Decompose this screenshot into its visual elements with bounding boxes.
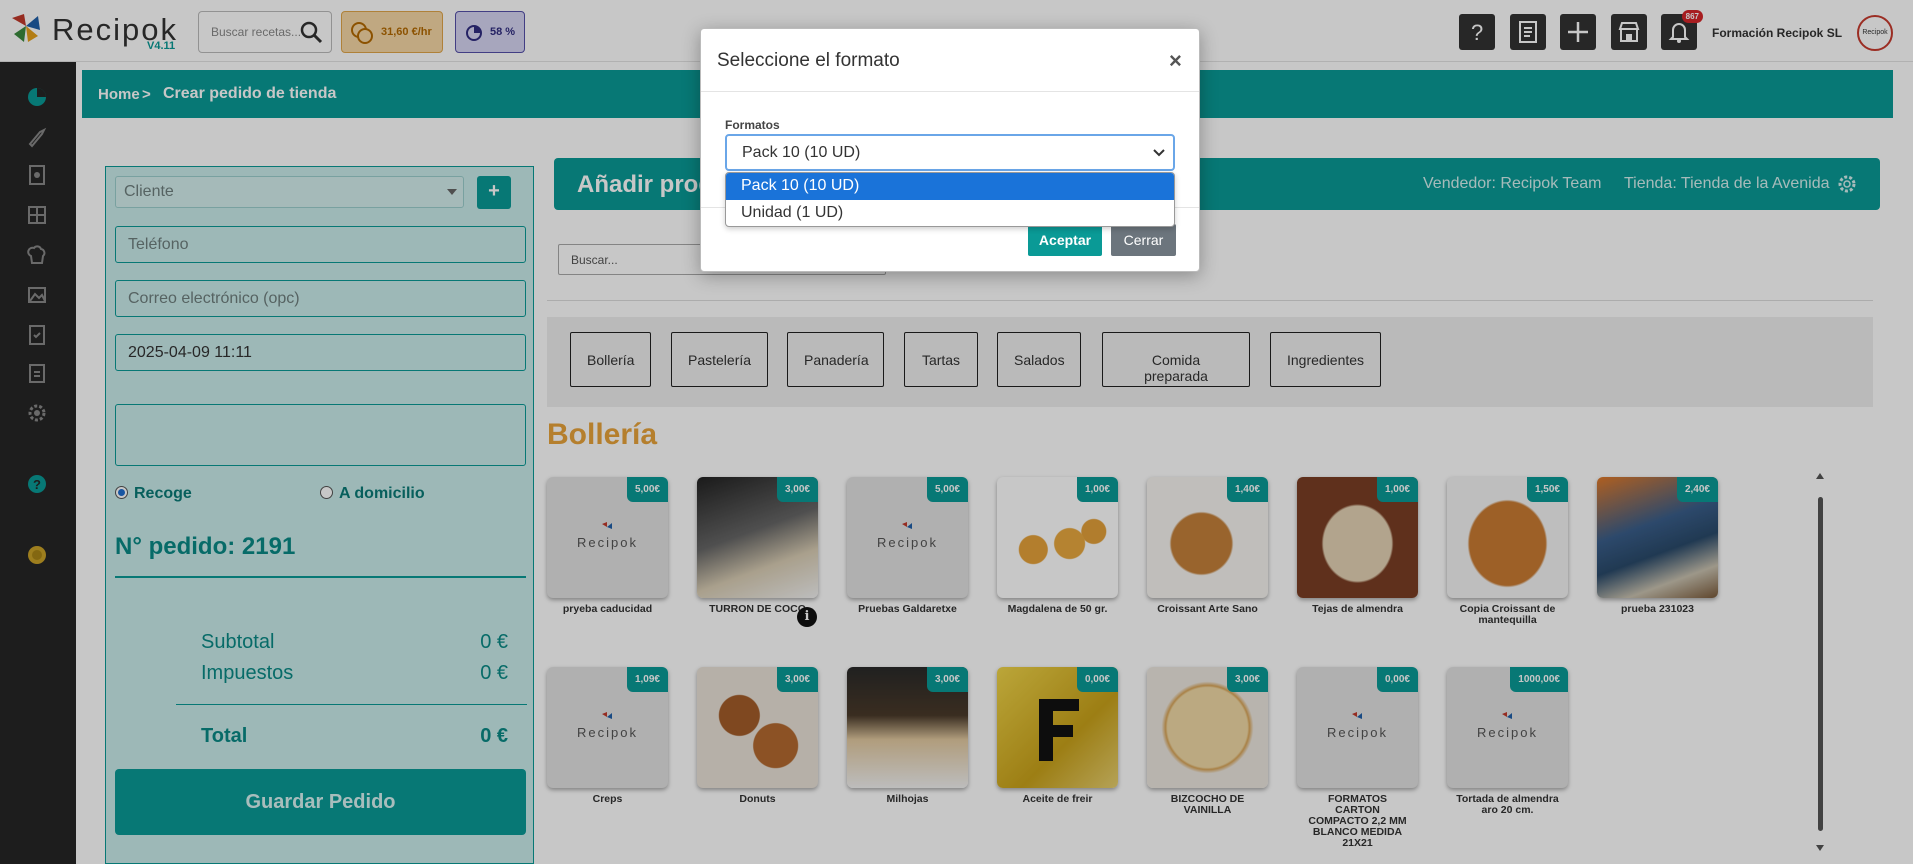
modal-title: Seleccione el formato [717,50,900,71]
formats-label: Formatos [725,118,780,132]
format-dropdown-list: Pack 10 (10 UD) Unidad (1 UD) [725,172,1175,227]
modal-header: Seleccione el formato × [701,29,1199,92]
format-option[interactable]: Unidad (1 UD) [726,200,1174,226]
chevron-down-icon [1153,149,1165,157]
accept-button[interactable]: Aceptar [1028,224,1102,256]
format-select-value: Pack 10 (10 UD) [742,144,861,161]
format-modal: Seleccione el formato × Formatos Pack 10… [700,28,1200,272]
close-button[interactable]: Cerrar [1111,224,1176,256]
format-select[interactable]: Pack 10 (10 UD) [725,134,1175,171]
close-icon[interactable]: × [1169,48,1182,74]
format-option[interactable]: Pack 10 (10 UD) [726,173,1174,200]
